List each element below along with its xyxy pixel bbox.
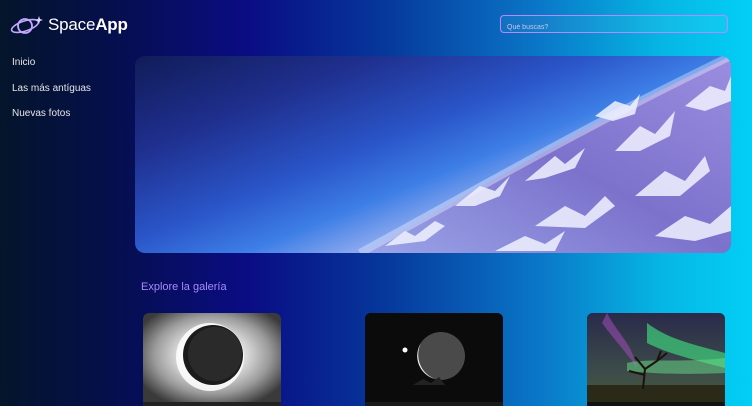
moon-photo: [365, 313, 503, 406]
nav-item-nuevas-fotos[interactable]: Nuevas fotos: [12, 108, 91, 134]
gallery-title: Explore la galería: [141, 281, 227, 293]
logo[interactable]: SpaceApp: [9, 13, 128, 37]
gallery-card-aurora[interactable]: [587, 313, 725, 406]
earth-horizon-image: [358, 56, 731, 253]
search-box[interactable]: [500, 15, 728, 36]
gallery-card-eclipse[interactable]: [143, 313, 281, 406]
eclipse-photo: [143, 313, 281, 406]
hero-banner: [135, 56, 731, 253]
nav-item-mas-antiguas[interactable]: Las más antíguas: [12, 83, 91, 109]
planet-icon: [10, 16, 43, 34]
gallery-card-moon[interactable]: [365, 313, 503, 406]
nav-item-inicio[interactable]: Inicio: [12, 57, 91, 83]
sidebar-nav: Inicio Las más antíguas Nuevas fotos: [12, 57, 91, 134]
aurora-photo: [587, 313, 725, 406]
brand-name: SpaceApp: [48, 15, 128, 34]
search-input[interactable]: [501, 19, 727, 36]
